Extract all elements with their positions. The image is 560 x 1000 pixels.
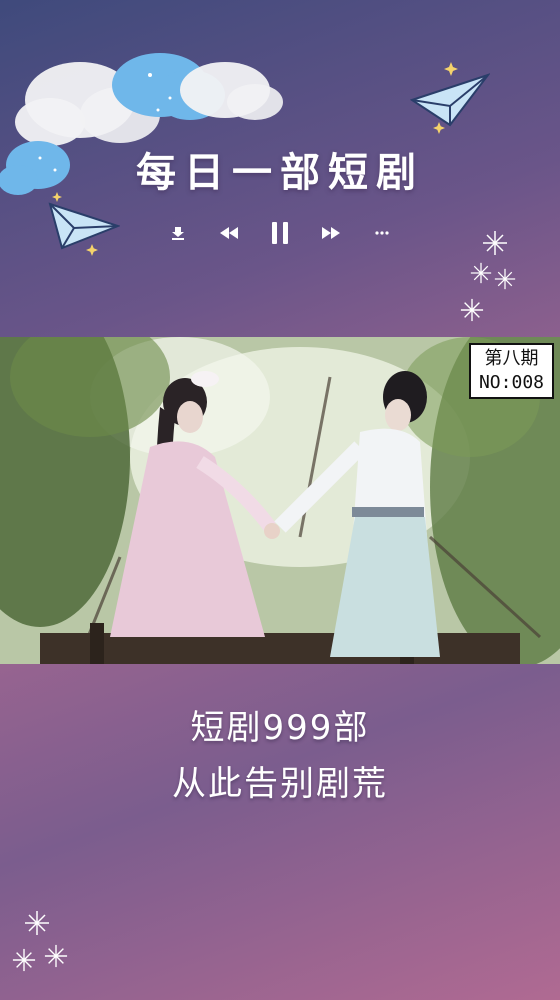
video-frame[interactable]: 第八期 NO:008 xyxy=(0,337,560,664)
sparkle-icon xyxy=(470,262,492,284)
fast-forward-button[interactable] xyxy=(313,215,349,251)
page-title: 每日一部短剧 xyxy=(136,150,424,196)
star-icon xyxy=(444,62,458,76)
download-button[interactable] xyxy=(160,215,196,251)
rewind-icon xyxy=(220,227,238,239)
episode-badge: 第八期 NO:008 xyxy=(468,343,554,399)
paper-plane-icon xyxy=(48,202,120,250)
star-icon xyxy=(433,122,445,134)
pause-icon xyxy=(272,222,288,244)
episode-number: NO:008 xyxy=(478,372,544,393)
rewind-button[interactable] xyxy=(211,215,247,251)
sparkle-icon xyxy=(25,911,49,935)
episode-label: 第八期 xyxy=(484,348,539,369)
player-controls xyxy=(160,215,400,251)
promo-line-1: 短剧999部 xyxy=(190,708,370,748)
more-icon xyxy=(375,231,389,235)
sparkle-icon xyxy=(483,231,507,255)
sparkle-icon xyxy=(494,268,516,290)
star-icon xyxy=(86,244,98,256)
download-icon xyxy=(172,227,184,240)
header-banner: 每日一部短剧 xyxy=(0,0,560,337)
more-button[interactable] xyxy=(364,215,400,251)
paper-plane-icon xyxy=(410,73,490,127)
pause-button[interactable] xyxy=(262,215,298,251)
promo-line-2: 从此告别剧荒 xyxy=(172,764,388,804)
sparkle-icon xyxy=(12,948,36,972)
fast-forward-icon xyxy=(322,227,340,239)
sparkle-icon xyxy=(460,298,484,322)
sparkle-icon xyxy=(44,944,68,968)
